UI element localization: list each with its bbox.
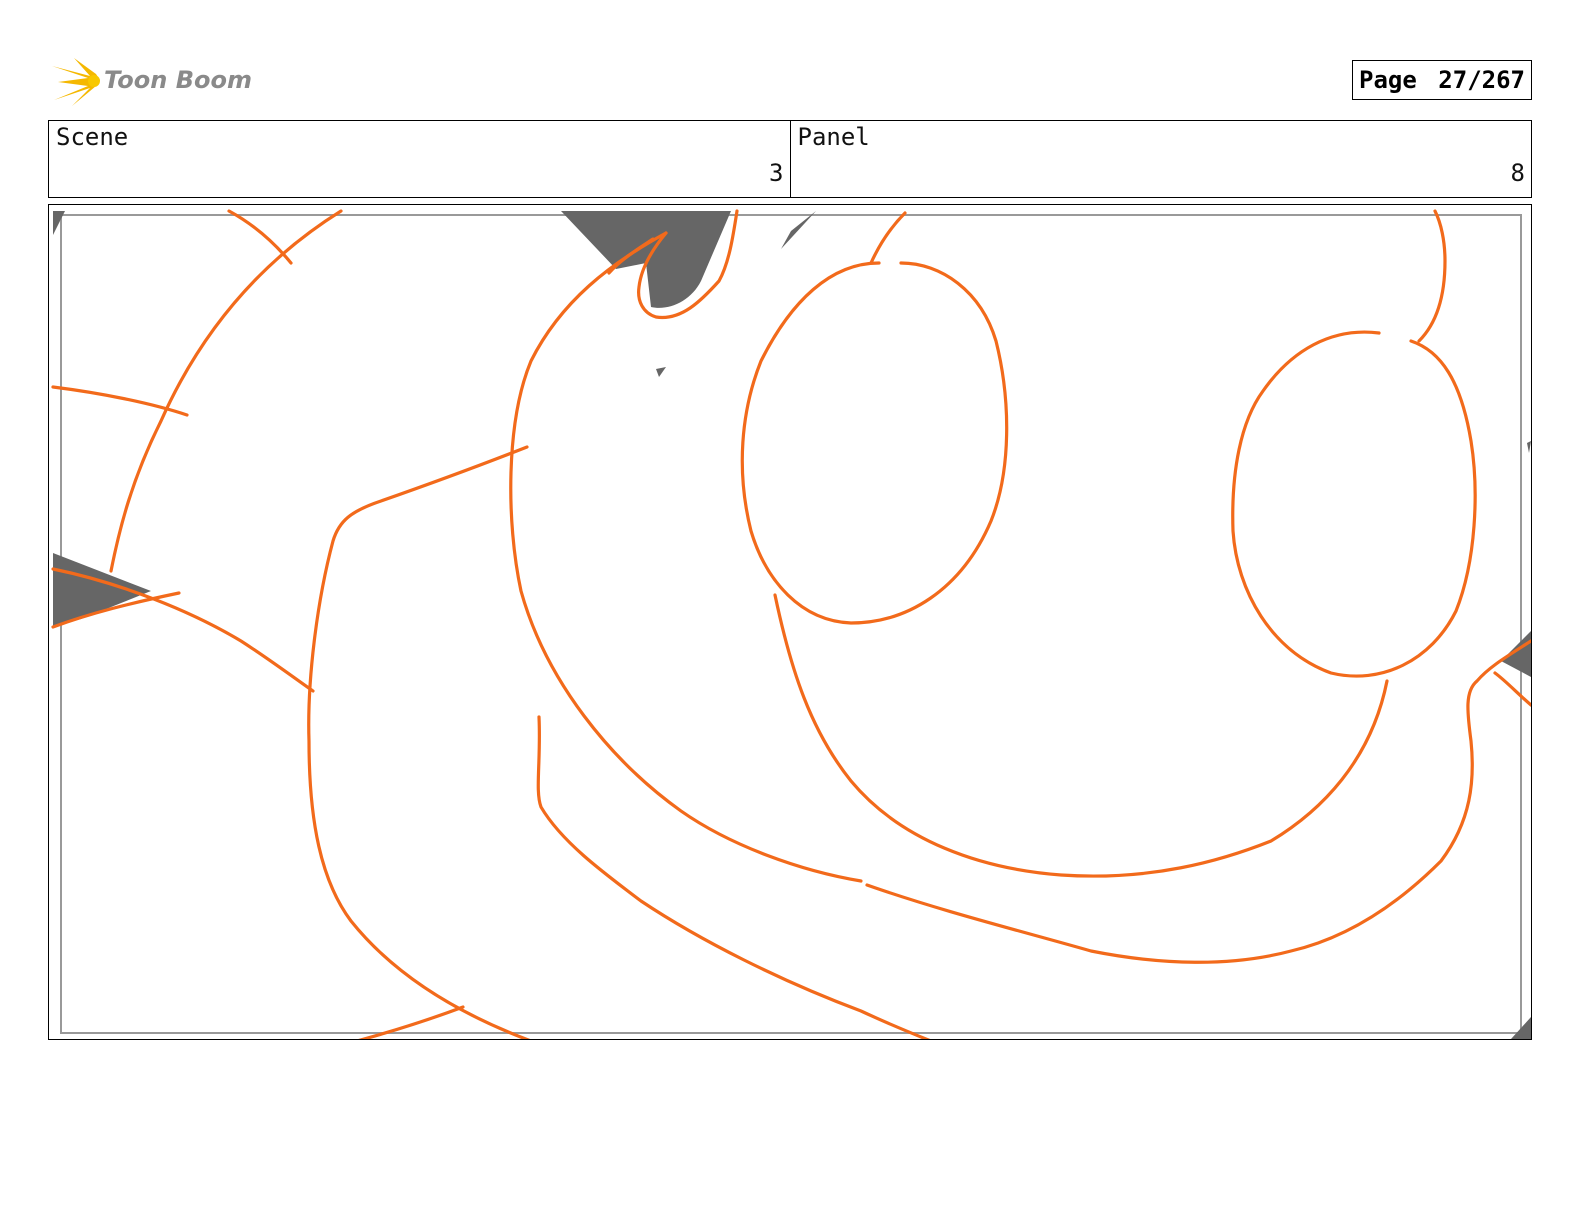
sketch-lines xyxy=(51,209,1531,1039)
page-counter: Page 27/267 xyxy=(1352,60,1532,100)
logo-text: Toon Boom xyxy=(104,66,252,94)
toon-boom-logo: Toon Boom xyxy=(50,56,252,108)
panel-cell: Panel 8 xyxy=(789,121,1532,197)
starburst-logo-icon xyxy=(52,58,100,106)
camera-frame xyxy=(60,214,1522,1034)
panel-number: 8 xyxy=(1510,159,1525,187)
panel-sketch xyxy=(51,209,1531,1039)
scene-cell: Scene 3 xyxy=(49,121,790,197)
scene-number: 3 xyxy=(769,159,784,187)
panel-label: Panel xyxy=(797,123,870,151)
page-number: 27/267 xyxy=(1438,66,1525,94)
storyboard-panel xyxy=(48,204,1532,1040)
scene-panel-header: Scene 3 Panel 8 xyxy=(48,120,1532,198)
scene-label: Scene xyxy=(56,123,129,151)
shadow-shapes xyxy=(53,211,1531,1039)
page-label: Page xyxy=(1359,66,1417,94)
